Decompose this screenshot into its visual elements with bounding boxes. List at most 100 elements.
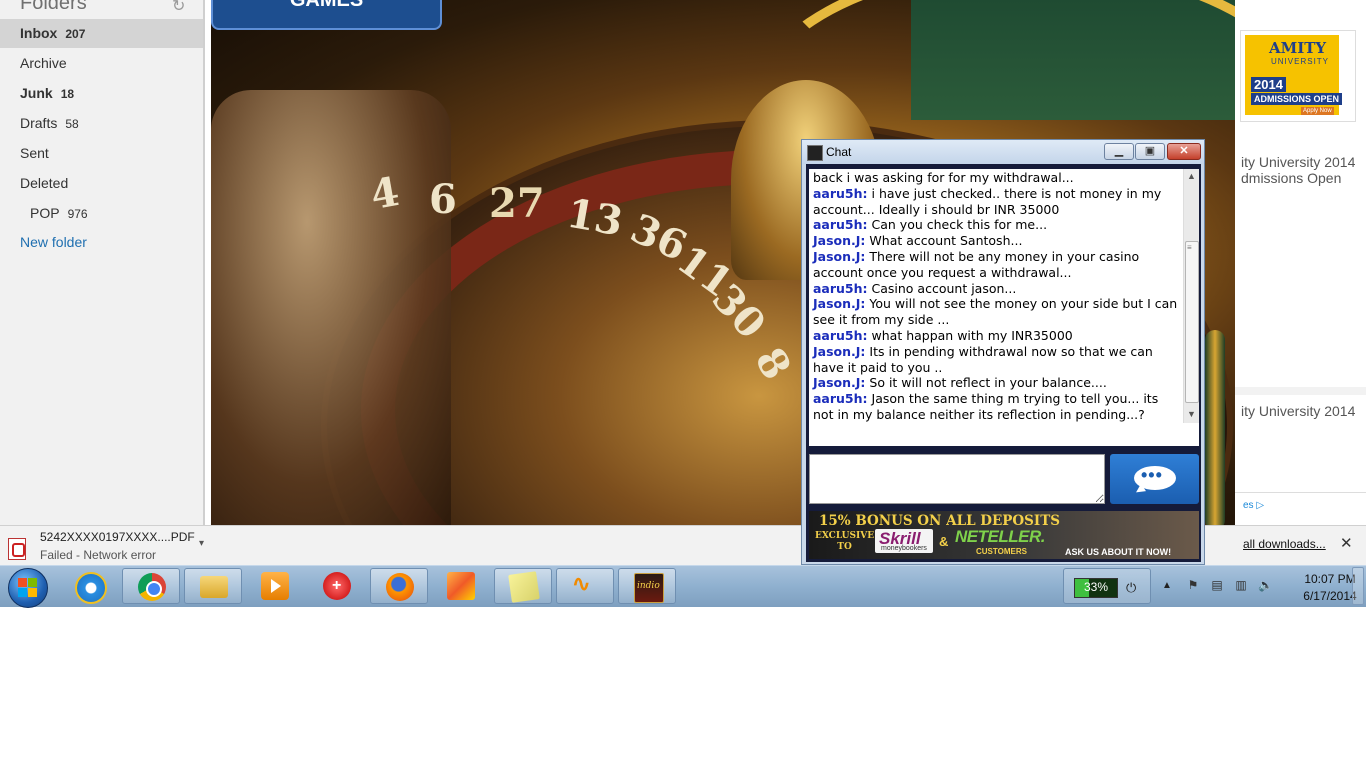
folder-pop[interactable]: POP 976 [0, 199, 203, 228]
chat-message: aaru5h: Casino account jason... [813, 280, 1017, 296]
chat-message: aaru5h: what happan with my INR35000 [813, 327, 1073, 343]
scroll-grip-icon: ≡ [1187, 243, 1192, 252]
folder-drafts[interactable]: Drafts 58 [0, 109, 203, 138]
close-icon[interactable]: ✕ [1340, 534, 1353, 552]
wheel-number: 27 [489, 180, 545, 227]
banner-cta: ASK US ABOUT IT NOW! [1065, 547, 1172, 557]
battery-meter[interactable]: 33% ⏻ [1063, 568, 1151, 604]
winamp-icon[interactable]: ∿ [556, 568, 614, 604]
chat-transcript[interactable]: back i was asking for for my withdrawal.… [809, 169, 1199, 446]
ad-text-link[interactable]: ity University 2014 dmissions Open [1241, 154, 1355, 186]
device-icon[interactable]: ▤ [1210, 578, 1224, 594]
neteller-logo: NETELLER. [955, 527, 1045, 546]
photo-app-icon[interactable] [432, 568, 490, 604]
folder-name: Junk [20, 85, 53, 101]
scroll-up-arrow-icon[interactable]: ▲ [1187, 171, 1196, 181]
folder-name: Drafts [20, 115, 58, 131]
scroll-thumb[interactable] [1185, 241, 1199, 403]
taskbar: + ∿ indio 33% ⏻ ▲ ⚑ ▤ ▥ 🔈 10:07 PM 6/17/… [0, 565, 1366, 608]
chrome-icon[interactable] [122, 568, 180, 604]
network-icon[interactable]: ▥ [1234, 578, 1248, 594]
folder-count: 207 [65, 27, 86, 41]
refresh-icon[interactable]: ↻ [172, 0, 185, 16]
chat-message: Jason.J: What account Santosh... [813, 233, 1023, 249]
chat-message: Jason.J: There will not be any money in … [813, 248, 1140, 280]
folders-title: Folders [20, 0, 87, 14]
apply-now-button[interactable]: Apply Now [1301, 107, 1334, 115]
folder-name: POP [30, 205, 60, 221]
chat-message-input[interactable] [809, 454, 1105, 504]
scroll-down-arrow-icon[interactable]: ▼ [1187, 409, 1196, 419]
chat-message: Jason.J: You will not see the money on y… [813, 296, 1178, 328]
divider [1235, 492, 1366, 493]
download-file-name: 5242XXXX0197XXXX....PDF [40, 530, 195, 544]
skrill-logo: Skrill moneybookers [875, 529, 933, 553]
action-center-flag-icon[interactable]: ⚑ [1186, 578, 1200, 594]
send-message-button[interactable]: ••• [1110, 454, 1199, 504]
battery-icon: 33% [1074, 578, 1118, 598]
windows-logo-icon [18, 578, 38, 598]
internet-explorer-icon[interactable] [60, 568, 118, 604]
chat-message: back i was asking for for my withdrawal.… [813, 170, 1074, 185]
power-plug-icon: ⏻ [1126, 580, 1137, 595]
chat-message: Jason.J: So it will not reflect in your … [813, 375, 1107, 391]
pane-divider [203, 0, 205, 565]
show-desktop-button[interactable] [1352, 567, 1364, 605]
mail-folder-pane: Folders ↻ Inbox 207 Archive Junk 18 Drafts… [0, 0, 203, 525]
folder-count: 18 [60, 87, 75, 101]
red-app-icon[interactable]: + [308, 568, 366, 604]
folder-name: Archive [20, 55, 67, 71]
chat-window: Chat ▁ ▣ ✕ back i was asking for for my … [801, 139, 1205, 565]
folder-count: 976 [67, 207, 88, 221]
chat-message: aaru5h: i have just checked.. there is n… [813, 185, 1162, 217]
games-tab[interactable]: GAMES [211, 0, 442, 30]
chat-scrollbar[interactable]: ▲ ≡ ▼ [1183, 169, 1199, 423]
folder-archive[interactable]: Archive [0, 49, 203, 78]
promo-banner[interactable]: 15% BONUS ON ALL DEPOSITS EXCLUSIVE TO S… [809, 511, 1199, 559]
close-button[interactable]: ✕ [1167, 143, 1201, 160]
slot-machine-graphic [211, 90, 451, 528]
wheel-number: 13 [563, 189, 627, 246]
gold-trim-decoration [1205, 330, 1225, 530]
battery-percent: 33% [1083, 580, 1109, 594]
casino-app-icon [807, 145, 823, 161]
new-folder-link[interactable]: New folder [0, 228, 203, 257]
ellipsis-icon: ••• [1141, 465, 1163, 485]
folder-junk[interactable]: Junk 18 [0, 79, 203, 108]
minimize-button[interactable]: ▁ [1104, 143, 1134, 160]
divider [1235, 387, 1366, 395]
banner-ampersand: & [939, 534, 949, 549]
maximize-button[interactable]: ▣ [1135, 143, 1165, 160]
chat-message: aaru5h: Can you check this for me... [813, 217, 1048, 233]
chat-titlebar[interactable]: Chat ▁ ▣ ✕ [802, 140, 1204, 164]
folder-inbox[interactable]: Inbox 207 [0, 19, 203, 48]
media-player-icon[interactable] [246, 568, 304, 604]
message-list: back i was asking for for my withdrawal.… [813, 170, 1179, 423]
volume-muted-icon[interactable]: 🔈 [1258, 578, 1273, 594]
firefox-icon[interactable] [370, 568, 428, 604]
folder-sent[interactable]: Sent [0, 139, 203, 168]
start-button[interactable] [8, 568, 48, 608]
show-all-downloads-link[interactable]: all downloads... [1243, 537, 1326, 551]
web-side-panel: AMITY UNIVERSITY 2014 ADMISSIONS OPEN Ap… [1235, 0, 1366, 525]
banner-customers-text: CUSTOMERS [976, 547, 1027, 556]
show-hidden-icons-icon[interactable]: ▲ [1162, 580, 1172, 591]
download-status: Failed - Network error [40, 548, 157, 562]
chat-title: Chat [826, 145, 852, 159]
ad-text-link[interactable]: ity University 2014 [1241, 403, 1355, 419]
indio-casino-icon[interactable]: indio [618, 568, 676, 604]
file-explorer-icon[interactable] [184, 568, 242, 604]
chevron-down-icon[interactable]: ▾ [199, 538, 204, 549]
amity-ad[interactable]: AMITY UNIVERSITY 2014 ADMISSIONS OPEN Ap… [1240, 30, 1356, 122]
folder-deleted[interactable]: Deleted [0, 169, 203, 198]
folder-count: 58 [65, 117, 79, 131]
chat-message: Jason.J: Its in pending withdrawal now s… [813, 343, 1153, 375]
chat-message: aaru5h: Jason the same thing m trying to… [813, 391, 1159, 422]
sticky-notes-icon[interactable] [494, 568, 552, 604]
folder-name: Deleted [20, 175, 69, 191]
download-item[interactable]: 5242XXXX0197XXXX....PDF Failed - Network… [4, 530, 204, 564]
wheel-number: 6 [429, 176, 457, 223]
pdf-file-icon [8, 538, 26, 560]
adchoices-icon[interactable]: es ▷ [1243, 500, 1264, 511]
banner-exclusive-text: EXCLUSIVE TO [815, 531, 875, 552]
